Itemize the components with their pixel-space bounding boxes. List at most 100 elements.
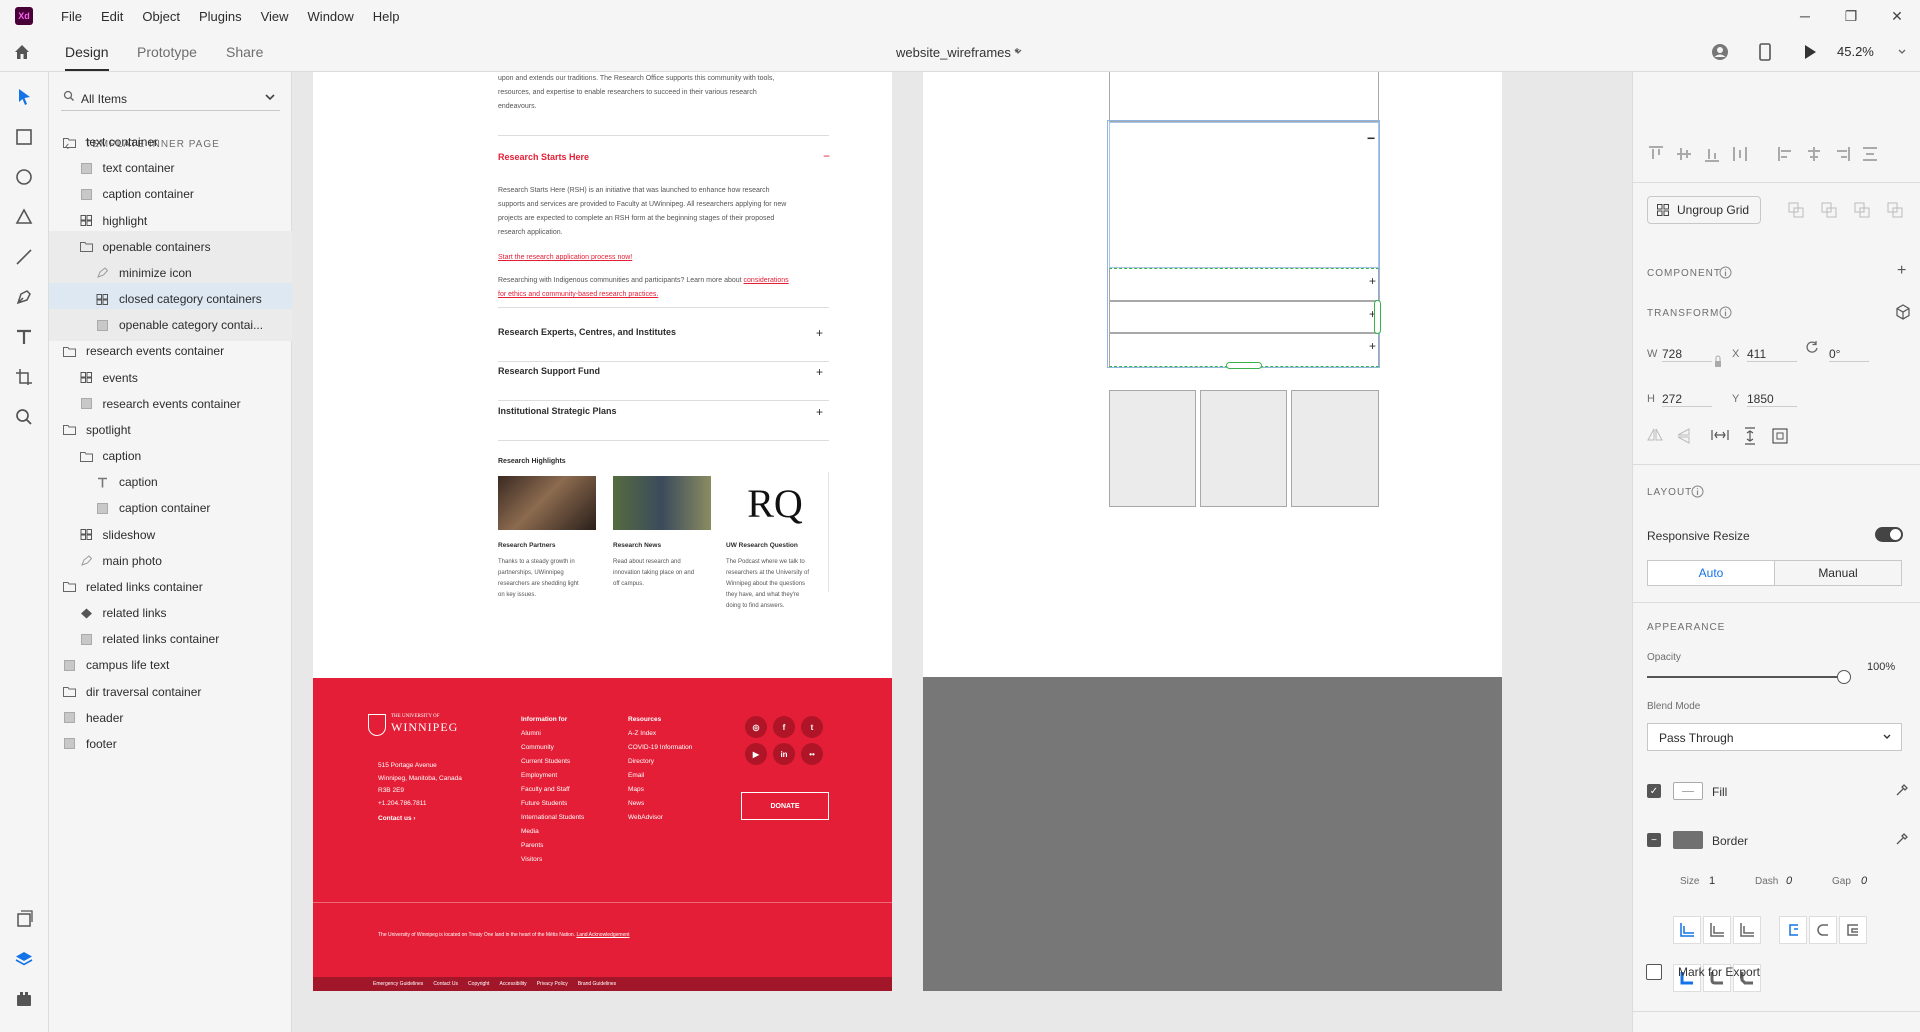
footer-bottom-link[interactable]: Privacy Policy [537, 981, 568, 987]
footer-link[interactable]: Community [521, 741, 584, 755]
ellipse-tool-icon[interactable] [13, 166, 35, 188]
footer-link[interactable]: Visitors [521, 853, 584, 867]
wireframe-text-container[interactable] [1109, 72, 1379, 122]
closed-category-row[interactable]: Institutional Strategic Plans + [498, 405, 829, 441]
wireframe-footer[interactable] [923, 677, 1502, 991]
play-icon[interactable] [1803, 44, 1817, 60]
linkedin-icon[interactable]: in [773, 743, 795, 765]
align-left-icon[interactable] [1777, 145, 1795, 163]
twitter-icon[interactable]: t [801, 716, 823, 738]
footer-link[interactable]: Directory [628, 755, 692, 769]
footer-link[interactable]: Employment [521, 769, 584, 783]
stroke-outside-button[interactable] [1733, 916, 1761, 944]
footer-link[interactable]: Parents [521, 839, 584, 853]
wireframe-highlight-card[interactable] [1200, 390, 1287, 507]
instagram-icon[interactable]: ◎ [745, 716, 767, 738]
chevron-down-icon[interactable] [1013, 47, 1023, 57]
align-bottom-icon[interactable] [1703, 145, 1721, 163]
donate-button[interactable]: DONATE [741, 792, 829, 820]
rectangle-tool-icon[interactable] [13, 126, 35, 148]
zoom-chevron-icon[interactable] [1897, 47, 1907, 57]
align-top-icon[interactable] [1647, 145, 1665, 163]
wireframe-highlight-card[interactable] [1291, 390, 1379, 507]
distribute-horizontal-icon[interactable] [1861, 145, 1879, 163]
x-field[interactable]: 411 [1747, 347, 1797, 362]
contact-link[interactable]: Contact us › [378, 812, 416, 826]
opacity-slider-track[interactable] [1647, 676, 1844, 678]
highlight-card[interactable]: RQ UW Research Question The Podcast wher… [726, 476, 824, 612]
border-swatch[interactable] [1673, 831, 1703, 849]
minimize-icon[interactable]: − [823, 149, 830, 163]
opacity-slider-handle[interactable] [1837, 670, 1851, 684]
menu-plugins[interactable]: Plugins [199, 9, 242, 24]
footer-bottom-link[interactable]: Accessibility [499, 981, 526, 987]
responsive-resize-toggle[interactable] [1875, 527, 1903, 542]
rotation-field[interactable]: 0° [1829, 347, 1869, 362]
fit-content-icon[interactable] [1772, 428, 1788, 444]
artboard-tool-icon[interactable] [13, 366, 35, 388]
boolean-intersect-icon[interactable] [1854, 202, 1870, 218]
stroke-center-button[interactable] [1703, 916, 1731, 944]
closed-category-row[interactable]: Research Experts, Centres, and Institute… [498, 326, 829, 362]
facebook-icon[interactable]: f [773, 716, 795, 738]
info-icon[interactable] [1691, 485, 1704, 498]
menu-window[interactable]: Window [308, 9, 354, 24]
artboard-wireframe[interactable]: − + + + [923, 72, 1502, 991]
footer-link[interactable]: A-Z Index [628, 727, 692, 741]
footer-link[interactable]: Alumni [521, 727, 584, 741]
wireframe-highlight-card[interactable] [1109, 390, 1196, 507]
line-tool-icon[interactable] [13, 246, 35, 268]
close-window-icon[interactable]: ✕ [1874, 0, 1920, 32]
layer-search[interactable]: All Items [61, 87, 280, 111]
width-field[interactable]: 728 [1662, 347, 1712, 362]
footer-bottom-link[interactable]: Brand Guidelines [578, 981, 616, 987]
footer-link[interactable]: Media [521, 825, 584, 839]
stretch-vertical-icon[interactable] [1743, 427, 1757, 445]
footer-bottom-link[interactable]: Emergency Guidelines [373, 981, 423, 987]
restore-window-icon[interactable]: ❐ [1828, 0, 1874, 32]
minimize-window-icon[interactable]: ─ [1782, 0, 1828, 32]
footer-link[interactable]: News [628, 797, 692, 811]
chevron-down-icon[interactable] [263, 90, 277, 104]
closed-category-row[interactable]: Research Support Fund + [498, 365, 829, 401]
border-size-field[interactable]: 1 [1709, 875, 1715, 887]
highlight-card[interactable]: Research Partners Thanks to a steady gro… [498, 476, 596, 601]
stroke-inside-button[interactable] [1673, 916, 1701, 944]
stretch-horizontal-icon[interactable] [1711, 428, 1729, 442]
layer-row[interactable]: footer [49, 728, 292, 760]
opacity-value[interactable]: 100% [1867, 661, 1895, 673]
footer-link[interactable]: Email [628, 769, 692, 783]
plugins-icon[interactable] [13, 988, 35, 1010]
tab-share[interactable]: Share [226, 44, 263, 60]
menu-object[interactable]: Object [142, 9, 180, 24]
footer-link[interactable]: Current Students [521, 755, 584, 769]
artboard-rendered-page[interactable]: upon and extends our traditions. The Res… [313, 72, 892, 991]
cap-butt-button[interactable] [1779, 916, 1807, 944]
zoom-tool-icon[interactable] [13, 406, 35, 428]
lock-aspect-icon[interactable] [1713, 355, 1723, 369]
footer-bottom-link[interactable]: Contact Us [433, 981, 458, 987]
device-preview-icon[interactable] [1758, 42, 1772, 62]
cap-round-button[interactable] [1809, 916, 1837, 944]
tab-design[interactable]: Design [65, 44, 109, 71]
text-tool-icon[interactable] [13, 326, 35, 348]
cap-square-button[interactable] [1839, 916, 1867, 944]
boolean-subtract-icon[interactable] [1821, 202, 1837, 218]
add-component-icon[interactable]: + [1897, 262, 1906, 280]
tab-prototype[interactable]: Prototype [137, 44, 197, 60]
open-category-heading[interactable]: Research Starts Here [498, 152, 589, 162]
menu-view[interactable]: View [261, 9, 289, 24]
auto-button[interactable]: Auto [1648, 561, 1775, 585]
align-middle-icon[interactable] [1675, 145, 1693, 163]
highlight-card[interactable]: Research News Read about research and inn… [613, 476, 711, 590]
fill-swatch[interactable] [1673, 782, 1703, 800]
home-icon[interactable] [12, 42, 32, 62]
ungroup-grid-button[interactable]: Ungroup Grid [1647, 196, 1761, 224]
distribute-icon[interactable] [1731, 145, 1749, 163]
footer-link[interactable]: Maps [628, 783, 692, 797]
fill-checkbox[interactable]: ✓ [1647, 784, 1661, 798]
dash-field[interactable]: 0 [1786, 875, 1792, 887]
footer-bottom-link[interactable]: Copyright [468, 981, 489, 987]
application-link[interactable]: Start the research application process n… [498, 251, 632, 265]
footer-link[interactable]: COVID-19 Information [628, 741, 692, 755]
